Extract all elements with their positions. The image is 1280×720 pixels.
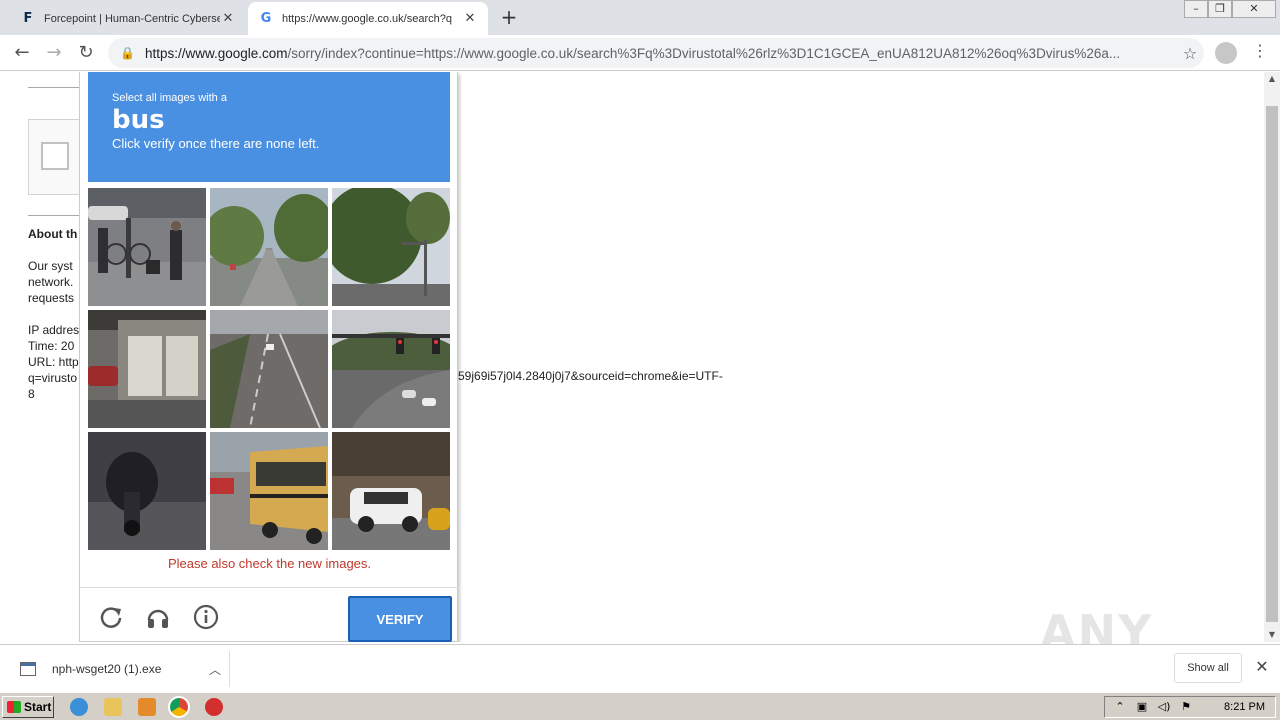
captcha-footer: VERIFY <box>80 587 459 642</box>
minimize-window-icon[interactable]: – <box>1184 0 1208 18</box>
restore-window-icon[interactable]: ❐ <box>1208 0 1232 18</box>
captcha-challenge: Select all images with a bus Click verif… <box>79 72 459 642</box>
audio-challenge-headphones-icon[interactable] <box>145 604 171 630</box>
captcha-image-grid <box>88 188 450 550</box>
tile-image <box>210 432 328 550</box>
address-url: https://www.google.com/sorry/index?conti… <box>145 46 1176 61</box>
captcha-tile-1[interactable] <box>88 188 206 306</box>
volume-icon[interactable]: ◁) <box>1157 700 1171 714</box>
network-icon[interactable]: ▣ <box>1135 700 1149 714</box>
new-tab-plus-icon[interactable]: + <box>498 6 520 28</box>
tab-forcepoint[interactable]: F Forcepoint | Human-Centric Cyberse ✕ <box>10 2 246 35</box>
close-download-bar-icon[interactable]: ✕ <box>1252 657 1272 676</box>
page-scrollbar[interactable]: ▲ ▼ <box>1264 72 1280 642</box>
chrome-icon[interactable] <box>168 696 190 718</box>
tile-image <box>210 310 328 428</box>
reload-challenge-icon[interactable] <box>98 604 124 630</box>
captcha-tile-3[interactable] <box>332 188 450 306</box>
captcha-target: bus <box>112 105 165 135</box>
google-favicon-icon: G <box>260 11 272 26</box>
tile-image <box>88 188 206 306</box>
verify-button[interactable]: VERIFY <box>348 596 452 642</box>
back-arrow-icon[interactable]: ← <box>10 41 34 65</box>
url-host: https://www.google.com <box>144 45 288 61</box>
download-bar: nph-wsget20 (1).exe ︿ Show all ✕ <box>0 644 1280 692</box>
close-window-icon[interactable]: ✕ <box>1232 0 1276 18</box>
folder-icon[interactable] <box>104 698 122 716</box>
tile-image <box>332 310 450 428</box>
divider <box>28 215 80 216</box>
profile-avatar-icon[interactable] <box>1215 42 1237 64</box>
windows-flag-icon <box>7 701 21 713</box>
tab-google-search[interactable]: G https://www.google.co.uk/search?q ✕ <box>248 2 488 35</box>
flag-notification-icon[interactable]: ⚑ <box>1179 700 1193 714</box>
windows-taskbar: Start ⌃ ▣ ◁) ⚑ 8:21 PM <box>0 692 1280 720</box>
captcha-tile-7[interactable] <box>88 432 206 550</box>
reload-icon[interactable]: ↻ <box>74 41 98 65</box>
captcha-error-message: Please also check the new images. <box>167 556 372 571</box>
scroll-thumb[interactable] <box>1266 106 1278 622</box>
taskbar-clock[interactable]: 8:21 PM <box>1224 701 1265 713</box>
download-file-name: nph-wsget20 (1).exe <box>52 662 162 676</box>
scroll-up-arrow-icon[interactable]: ▲ <box>1264 72 1280 86</box>
start-button[interactable]: Start <box>2 696 54 718</box>
forward-arrow-icon[interactable]: → <box>42 41 66 65</box>
url-line: URL: http <box>28 355 79 369</box>
url-path: /sorry/index?continue=https://www.google… <box>287 45 1121 61</box>
page-content: About th Our syst network. requests IP a… <box>0 72 1264 642</box>
tile-image <box>332 432 450 550</box>
media-player-icon[interactable] <box>138 698 156 716</box>
tray-expand-icon[interactable]: ⌃ <box>1113 700 1127 714</box>
divider <box>28 87 80 88</box>
tab-title: https://www.google.co.uk/search?q <box>282 12 452 25</box>
address-bar[interactable]: 🔒 https://www.google.com/sorry/index?con… <box>108 38 1204 68</box>
system-tray: ⌃ ▣ ◁) ⚑ 8:21 PM <box>1104 696 1276 718</box>
captcha-instruction: Click verify once there are none left. <box>112 136 320 151</box>
captcha-tile-9[interactable] <box>332 432 450 550</box>
download-item[interactable]: nph-wsget20 (1).exe ︿ <box>10 651 230 687</box>
tile-image <box>210 188 328 306</box>
url-tail-text: 59j69i57j0l4.2840j0j7&sourceid=chrome&ie… <box>458 369 723 383</box>
ip-line: IP addres <box>28 323 80 337</box>
lock-icon: 🔒 <box>120 46 135 60</box>
about-line: Our syst <box>28 259 73 273</box>
internet-explorer-icon[interactable] <box>70 698 88 716</box>
forcepoint-favicon-icon: F <box>23 11 33 26</box>
browser-toolbar: ← → ↻ 🔒 https://www.google.com/sorry/ind… <box>0 35 1280 71</box>
bookmark-star-icon[interactable]: ☆ <box>1176 44 1204 63</box>
url-end-line: 8 <box>28 387 35 401</box>
info-icon[interactable] <box>193 604 219 630</box>
time-line: Time: 20 <box>28 339 75 353</box>
tab-strip: F Forcepoint | Human-Centric Cyberse ✕ G… <box>0 0 1280 35</box>
show-all-button[interactable]: Show all <box>1174 653 1242 683</box>
exe-file-icon <box>20 662 36 676</box>
tile-image <box>88 432 206 550</box>
recaptcha-checkbox[interactable] <box>41 142 69 170</box>
captcha-select-text: Select all images with a <box>112 92 227 104</box>
tab-close-icon[interactable]: ✕ <box>220 11 236 26</box>
start-label: Start <box>24 700 52 714</box>
captcha-header: Select all images with a bus Click verif… <box>88 72 450 182</box>
captcha-tile-4[interactable] <box>88 310 206 428</box>
about-line: network. <box>28 275 74 289</box>
captcha-tile-8[interactable] <box>210 432 328 550</box>
tile-image <box>88 310 206 428</box>
tab-title: Forcepoint | Human-Centric Cyberse <box>44 12 220 25</box>
captcha-tile-2[interactable] <box>210 188 328 306</box>
tile-image <box>332 188 450 306</box>
about-heading: About th <box>28 227 78 241</box>
captcha-tile-6[interactable] <box>332 310 450 428</box>
about-line: requests <box>28 291 75 305</box>
captcha-tile-5[interactable] <box>210 310 328 428</box>
menu-dots-icon[interactable]: ⋮ <box>1250 41 1270 60</box>
tab-close-icon[interactable]: ✕ <box>462 11 478 26</box>
chevron-up-icon[interactable]: ︿ <box>201 661 229 678</box>
url-query-line: q=virusto <box>28 371 78 385</box>
stop-red-icon[interactable] <box>205 698 223 716</box>
